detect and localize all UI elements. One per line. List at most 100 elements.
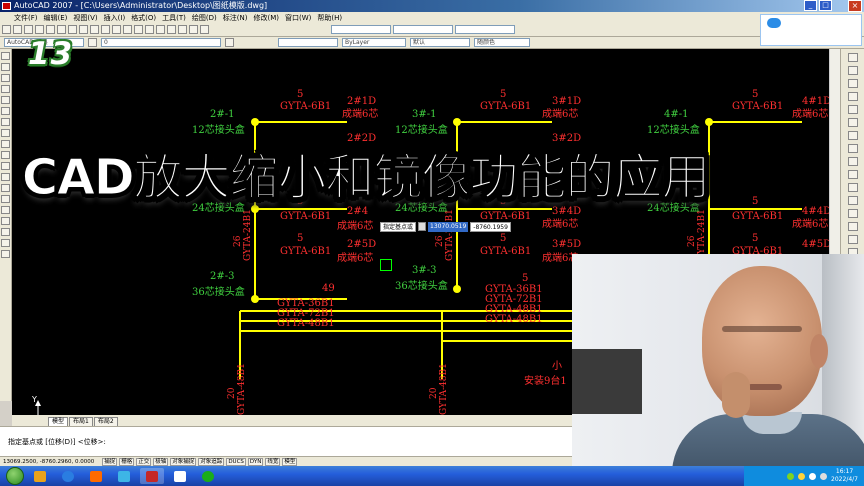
tab-layout2[interactable]: 布局2 <box>93 417 118 426</box>
tab-layout1[interactable]: 布局1 <box>69 417 93 426</box>
spline-icon[interactable] <box>1 140 10 148</box>
help-icon[interactable] <box>200 25 209 34</box>
ducs-toggle[interactable]: DUCS <box>226 457 246 466</box>
fillet-icon[interactable] <box>848 235 858 244</box>
command-line[interactable]: 指定基点或 [位移(D)] <位移>: <box>0 426 572 456</box>
taskbar-app[interactable] <box>196 468 220 484</box>
zoom-previous-icon[interactable] <box>156 25 165 34</box>
tab-model[interactable]: 模型 <box>48 417 69 426</box>
snap-toggle[interactable]: 捕捉 <box>102 457 118 466</box>
hatch-icon[interactable] <box>1 206 10 214</box>
text-style-combo[interactable] <box>393 25 453 34</box>
widget-item[interactable] <box>785 17 817 29</box>
zoom-realtime-icon[interactable] <box>134 25 143 34</box>
menu-tools[interactable]: 工具(T) <box>162 13 186 23</box>
rectangle-icon[interactable] <box>1 96 10 104</box>
make-block-icon[interactable] <box>1 184 10 192</box>
tool-palettes-icon[interactable] <box>189 25 198 34</box>
menu-help[interactable]: 帮助(H) <box>317 13 342 23</box>
multiline-text-icon[interactable] <box>1 250 10 258</box>
y-coordinate-input[interactable]: -8760.1959 <box>470 221 511 232</box>
model-toggle[interactable]: 模型 <box>282 457 298 466</box>
color-combo[interactable] <box>278 38 338 47</box>
erase-icon[interactable] <box>848 53 858 62</box>
taskbar-app[interactable] <box>56 468 80 484</box>
circle-icon[interactable] <box>1 118 10 126</box>
chamfer-icon[interactable] <box>848 222 858 231</box>
taskbar-autocad[interactable] <box>140 468 164 484</box>
insert-block-icon[interactable] <box>1 173 10 181</box>
taskbar-app[interactable] <box>112 468 136 484</box>
tray-app-icon[interactable] <box>798 472 806 480</box>
menu-view[interactable]: 视图(V) <box>73 13 97 23</box>
save-icon[interactable] <box>24 25 33 34</box>
gradient-icon[interactable] <box>1 217 10 225</box>
table-style-combo[interactable] <box>455 25 515 34</box>
copy-object-icon[interactable] <box>848 66 858 75</box>
dynamic-input-arrow-icon[interactable] <box>418 222 427 231</box>
match-properties-icon[interactable] <box>90 25 99 34</box>
command-prompt[interactable]: 指定基点或 [位移(D)] <位移>: <box>8 438 564 447</box>
floating-widget[interactable] <box>760 14 862 46</box>
menu-modify[interactable]: 修改(M) <box>253 13 279 23</box>
region-icon[interactable] <box>1 228 10 236</box>
copy-icon[interactable] <box>68 25 77 34</box>
menu-insert[interactable]: 插入(I) <box>104 13 126 23</box>
paste-icon[interactable] <box>79 25 88 34</box>
network-icon[interactable] <box>809 472 817 480</box>
layer-manager-icon[interactable] <box>88 38 97 47</box>
layer-combo[interactable]: 0 <box>101 38 221 47</box>
properties-icon[interactable] <box>167 25 176 34</box>
table-icon[interactable] <box>1 239 10 247</box>
taskbar-app[interactable] <box>84 468 108 484</box>
plotstyle-combo[interactable]: 随颜色 <box>474 38 530 47</box>
arc-icon[interactable] <box>1 107 10 115</box>
offset-icon[interactable] <box>848 92 858 101</box>
minimize-button[interactable]: _ <box>804 0 817 11</box>
move-icon[interactable] <box>848 118 858 127</box>
close-button[interactable]: × <box>848 0 862 12</box>
point-icon[interactable] <box>1 195 10 203</box>
open-file-icon[interactable] <box>13 25 22 34</box>
menu-draw[interactable]: 绘图(D) <box>192 13 217 23</box>
polygon-icon[interactable] <box>1 85 10 93</box>
design-center-icon[interactable] <box>178 25 187 34</box>
cut-icon[interactable] <box>57 25 66 34</box>
menu-edit[interactable]: 编辑(E) <box>44 13 68 23</box>
osnap-toggle[interactable]: 对象捕捉 <box>170 457 197 466</box>
zoom-window-icon[interactable] <box>145 25 154 34</box>
otrack-toggle[interactable]: 对象追踪 <box>198 457 225 466</box>
dim-style-combo[interactable] <box>331 25 391 34</box>
menu-window[interactable]: 窗口(W) <box>285 13 311 23</box>
array-icon[interactable] <box>848 105 858 114</box>
tray-app-icon[interactable] <box>787 472 795 480</box>
taskbar-app[interactable] <box>168 468 192 484</box>
ellipse-icon[interactable] <box>1 151 10 159</box>
preview-icon[interactable] <box>46 25 55 34</box>
revision-cloud-icon[interactable] <box>1 129 10 137</box>
mirror-icon[interactable] <box>848 79 858 88</box>
ortho-toggle[interactable]: 正交 <box>136 457 152 466</box>
undo-icon[interactable] <box>101 25 110 34</box>
polar-toggle[interactable]: 极轴 <box>153 457 169 466</box>
menu-format[interactable]: 格式(O) <box>131 13 156 23</box>
volume-icon[interactable] <box>820 472 828 480</box>
ellipse-arc-icon[interactable] <box>1 162 10 170</box>
line-icon[interactable] <box>1 52 10 60</box>
maximize-button[interactable]: □ <box>819 0 832 11</box>
start-button[interactable] <box>6 467 24 485</box>
clock[interactable]: 16:17 2022/4/7 <box>831 468 858 484</box>
menu-dimension[interactable]: 标注(N) <box>223 13 248 23</box>
grid-toggle[interactable]: 栅格 <box>119 457 135 466</box>
lineweight-combo[interactable]: 默认 <box>410 38 470 47</box>
make-current-icon[interactable] <box>225 38 234 47</box>
construction-line-icon[interactable] <box>1 63 10 71</box>
join-icon[interactable] <box>848 209 858 218</box>
x-coordinate-input[interactable]: 13070.0519 <box>428 221 469 232</box>
new-file-icon[interactable] <box>2 25 11 34</box>
polyline-icon[interactable] <box>1 74 10 82</box>
dyn-toggle[interactable]: DYN <box>247 457 264 466</box>
redo-icon[interactable] <box>112 25 121 34</box>
lineweight-toggle[interactable]: 线宽 <box>265 457 281 466</box>
taskbar-app[interactable] <box>28 468 52 484</box>
